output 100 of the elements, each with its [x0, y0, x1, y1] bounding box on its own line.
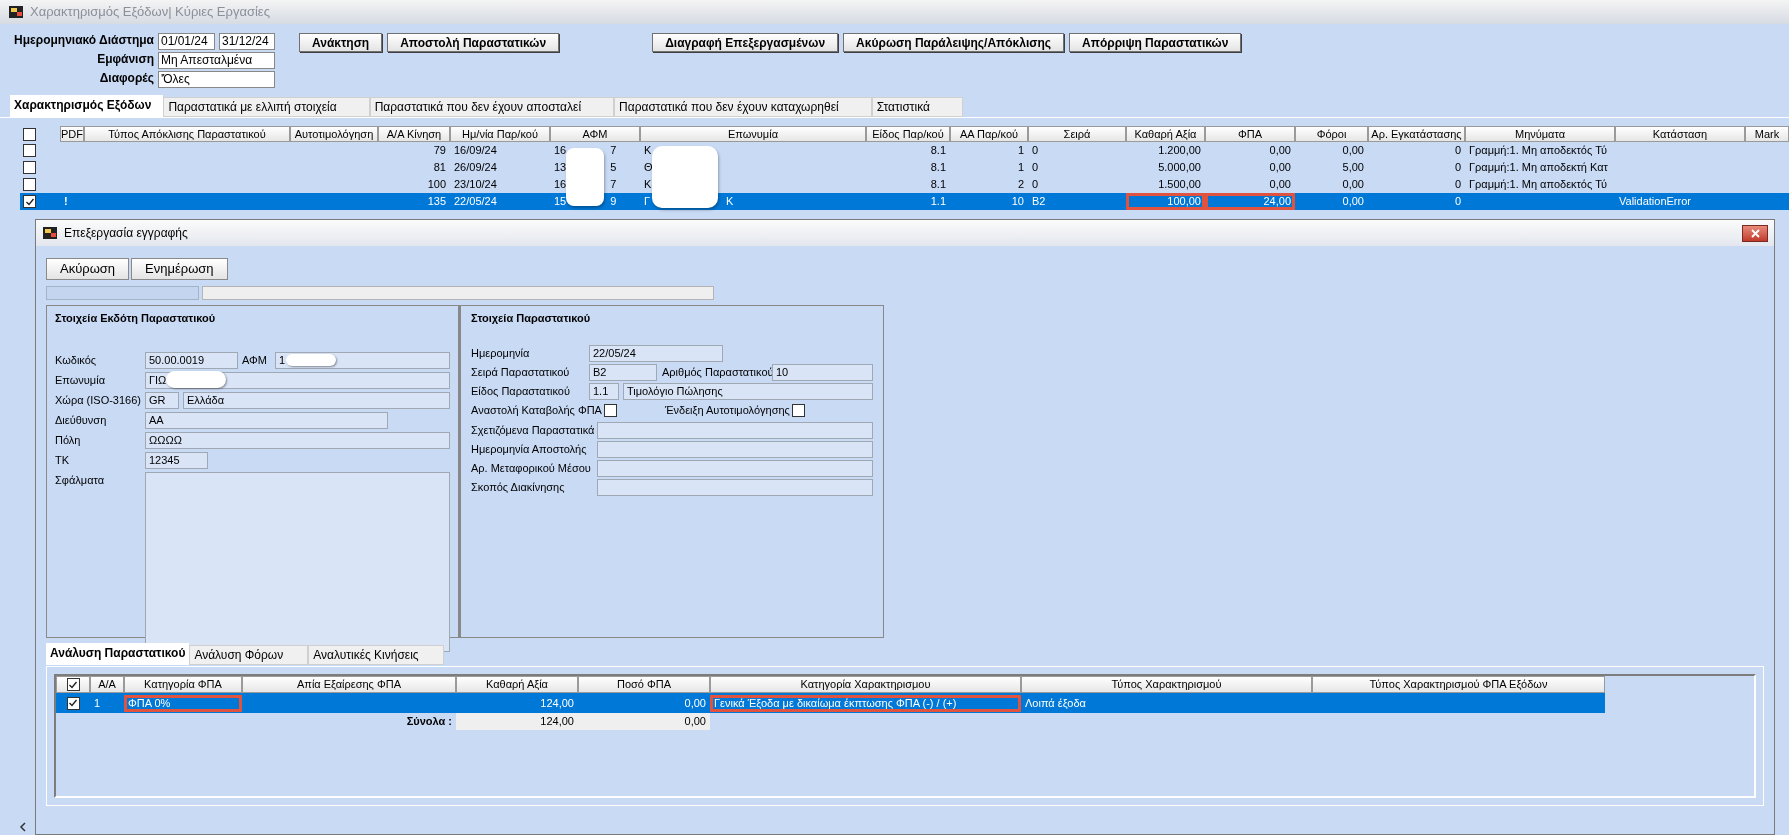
tab[interactable]: Ανάλυση Παραστατικού — [46, 643, 190, 665]
column-header[interactable]: Τύπος Χαρακτηρισμού ΦΠΑ Εξόδων — [1312, 676, 1605, 693]
view-field[interactable]: Μη Απεσταλμένα — [158, 52, 275, 69]
checkbox[interactable] — [603, 404, 617, 417]
column-header[interactable] — [56, 676, 90, 693]
table-cell-text: 16/09/24 — [453, 143, 498, 158]
column-header[interactable]: Μηνύματα — [1465, 126, 1615, 142]
row-checkbox[interactable] — [23, 144, 36, 157]
text-field[interactable]: ΩΩΩΩ — [145, 431, 450, 449]
select-all-checkbox[interactable] — [23, 127, 36, 141]
column-header[interactable]: Κατάσταση — [1615, 126, 1745, 142]
text-field[interactable]: ΑΑ — [145, 411, 388, 429]
column-header[interactable]: ΦΠΑ — [1205, 126, 1295, 142]
dialog-button[interactable]: Ενημέρωση — [131, 258, 228, 280]
text-field[interactable]: 1.1 — [589, 382, 619, 400]
column-header[interactable]: Επωνυμία — [640, 126, 866, 142]
text-field[interactable] — [597, 459, 873, 477]
toolbar-button[interactable]: Απόρριψη Παραστατικών — [1069, 33, 1242, 52]
text-field[interactable]: 1 — [275, 351, 450, 369]
table-row[interactable]: 1 ΦΠΑ 0% 124,00 0,00 Γενικά Έξοδα με δικαίωμα έκπτωσης ΦΠΑ (-) / (+) Λοιπά έξοδα — [56, 693, 1605, 713]
tab[interactable]: Στατιστικά — [871, 97, 964, 117]
table-cell: 124,00 — [456, 713, 578, 730]
tab[interactable]: Αναλυτικές Κινήσεις — [308, 645, 444, 665]
toolbar-button[interactable]: Ανάκτηση — [299, 33, 383, 52]
text-field[interactable]: GR — [145, 391, 179, 409]
column-header[interactable]: Α/Α Κίνηση — [378, 126, 450, 142]
tab[interactable]: Παραστατικά που δεν έχουν καταχωρηθεί — [614, 97, 872, 117]
table-cell-text: ValidationError — [1618, 194, 1692, 209]
text-field[interactable]: 10 — [772, 363, 873, 381]
column-header[interactable]: Φόροι — [1295, 126, 1368, 142]
text-field[interactable]: B2 — [589, 363, 657, 381]
table-cell-text: 16 — [554, 143, 567, 159]
column-header[interactable]: Mark — [1745, 126, 1789, 142]
table-row[interactable]: 79 16/09/24 16 7 Κ 8.1 1 0 1.200,00 0,00 0,00 0 Γραμμή:1. Μη αποδεκτός Τύ — [20, 142, 1789, 159]
differences-field[interactable]: 'Όλες — [158, 71, 275, 88]
column-header[interactable]: Σειρά — [1028, 126, 1126, 142]
app-icon — [42, 225, 58, 241]
column-header[interactable]: Καθαρή Αξία — [456, 676, 578, 693]
checkmark-icon — [68, 698, 78, 708]
table-cell-text: Γ — [644, 194, 651, 210]
row-checkbox[interactable] — [66, 696, 80, 710]
tab[interactable]: Χαρακτηρισμός Εξόδων — [10, 95, 164, 117]
checkmark-icon — [68, 679, 78, 690]
column-header[interactable]: Τύπος Απόκλισης Παραστατικού — [84, 126, 290, 142]
table-cell-text: 9 — [610, 194, 617, 210]
column-header[interactable]: Αυτοτιμολόγηση — [290, 126, 378, 142]
close-icon — [1750, 228, 1760, 238]
row-checkbox[interactable] — [23, 178, 36, 191]
text-field[interactable] — [597, 478, 873, 496]
tab[interactable]: Παραστατικά που δεν έχουν αποσταλεί — [369, 97, 615, 117]
row-checkbox[interactable] — [23, 161, 36, 174]
table-cell-text: 7 — [610, 177, 617, 193]
table-cell-text: 2 — [1016, 177, 1025, 192]
text-field[interactable] — [597, 440, 873, 458]
text-field[interactable]: Τιμολόγιο Πώλησης — [623, 382, 873, 400]
table-cell-text: 10 — [1010, 194, 1025, 209]
toolbar-button[interactable]: Αποστολή Παραστατικών — [387, 33, 560, 52]
column-header[interactable]: Τύπος Χαρακτηρισμού — [1021, 676, 1312, 693]
date-field[interactable]: 31/12/24 — [219, 33, 275, 50]
column-header[interactable]: Ημ/νία Παρ/κού — [450, 126, 550, 142]
row-checkbox[interactable] — [23, 195, 36, 208]
column-header[interactable]: Ποσό ΦΠΑ — [578, 676, 710, 693]
tab[interactable]: Ανάλυση Φόρων — [189, 645, 309, 665]
toolbar-button[interactable]: Ακύρωση Παράλειψης/Απόκλισης — [843, 33, 1065, 52]
text-field[interactable]: 50.00.0019 — [145, 351, 238, 369]
column-header[interactable]: ΑΑ Παρ/κού — [950, 126, 1028, 142]
text-field[interactable]: ΓΙΩ — [145, 371, 450, 389]
checkbox[interactable] — [791, 404, 805, 417]
table-row[interactable]: 100 23/10/24 16 7 Κ 8.1 2 0 1.500,00 0,00 0,00 0 Γραμμή:1. Μη αποδεκτός Τύ — [20, 176, 1789, 193]
toolbar-button[interactable]: Διαγραφή Επεξεργασμένων — [652, 33, 839, 52]
table-cell-text: Κ — [644, 143, 652, 159]
table-row[interactable]: ! 135 22/05/24 15 9 Γ Κ 1.1 10 B2 100,00 24,00 0,00 0 ValidationError — [20, 193, 1789, 210]
text-field[interactable]: 22/05/24 — [589, 344, 723, 362]
table-cell: 100,00 — [1126, 193, 1205, 210]
field-label: Επωνυμία — [55, 372, 106, 388]
column-header[interactable]: Α/Α — [90, 676, 124, 693]
table-cell-text: Γραμμή:1. Μη αποδεκτή Κατ — [1468, 160, 1609, 175]
column-header[interactable]: Κατηγορία Χαρακτηρισμου — [710, 676, 1021, 693]
scroll-left-icon[interactable] — [18, 821, 28, 833]
column-header[interactable]: Είδος Παρ/κού — [866, 126, 950, 142]
tab[interactable]: Παραστατικά με ελλιπή στοιχεία — [163, 97, 370, 117]
field-label: Ημερομηνιακό Διάστημα — [14, 33, 154, 48]
column-header[interactable]: ΑΦΜ — [550, 126, 640, 142]
column-header[interactable]: PDF — [60, 126, 84, 142]
column-header[interactable]: Κατηγορία ΦΠΑ — [124, 676, 242, 693]
select-all-checkbox[interactable] — [66, 678, 80, 691]
table-row[interactable]: 81 26/09/24 13 5 Θ 8.1 1 0 5.000,00 0,00 5,00 0 Γραμμή:1. Μη αποδεκτή Κατ — [20, 159, 1789, 176]
close-button[interactable] — [1742, 224, 1768, 242]
table-cell-text: ! — [63, 194, 69, 209]
text-field[interactable] — [597, 421, 873, 439]
table-cell-text: 1.200,00 — [1157, 143, 1202, 158]
app-icon — [8, 4, 24, 20]
column-header[interactable]: Καθαρή Αξία — [1126, 126, 1205, 142]
text-field[interactable]: 12345 — [145, 451, 208, 469]
field-label: Ένδειξη Αυτοτιμολόγησης — [664, 403, 791, 419]
column-header[interactable]: Απία Εξαίρεσης ΦΠΑ — [242, 676, 456, 693]
dialog-button[interactable]: Ακύρωση — [46, 258, 130, 280]
text-field[interactable]: Ελλάδα — [183, 391, 450, 409]
date-field[interactable]: 01/01/24 — [158, 33, 215, 50]
column-header[interactable]: Αρ. Εγκατάστασης — [1368, 126, 1465, 142]
